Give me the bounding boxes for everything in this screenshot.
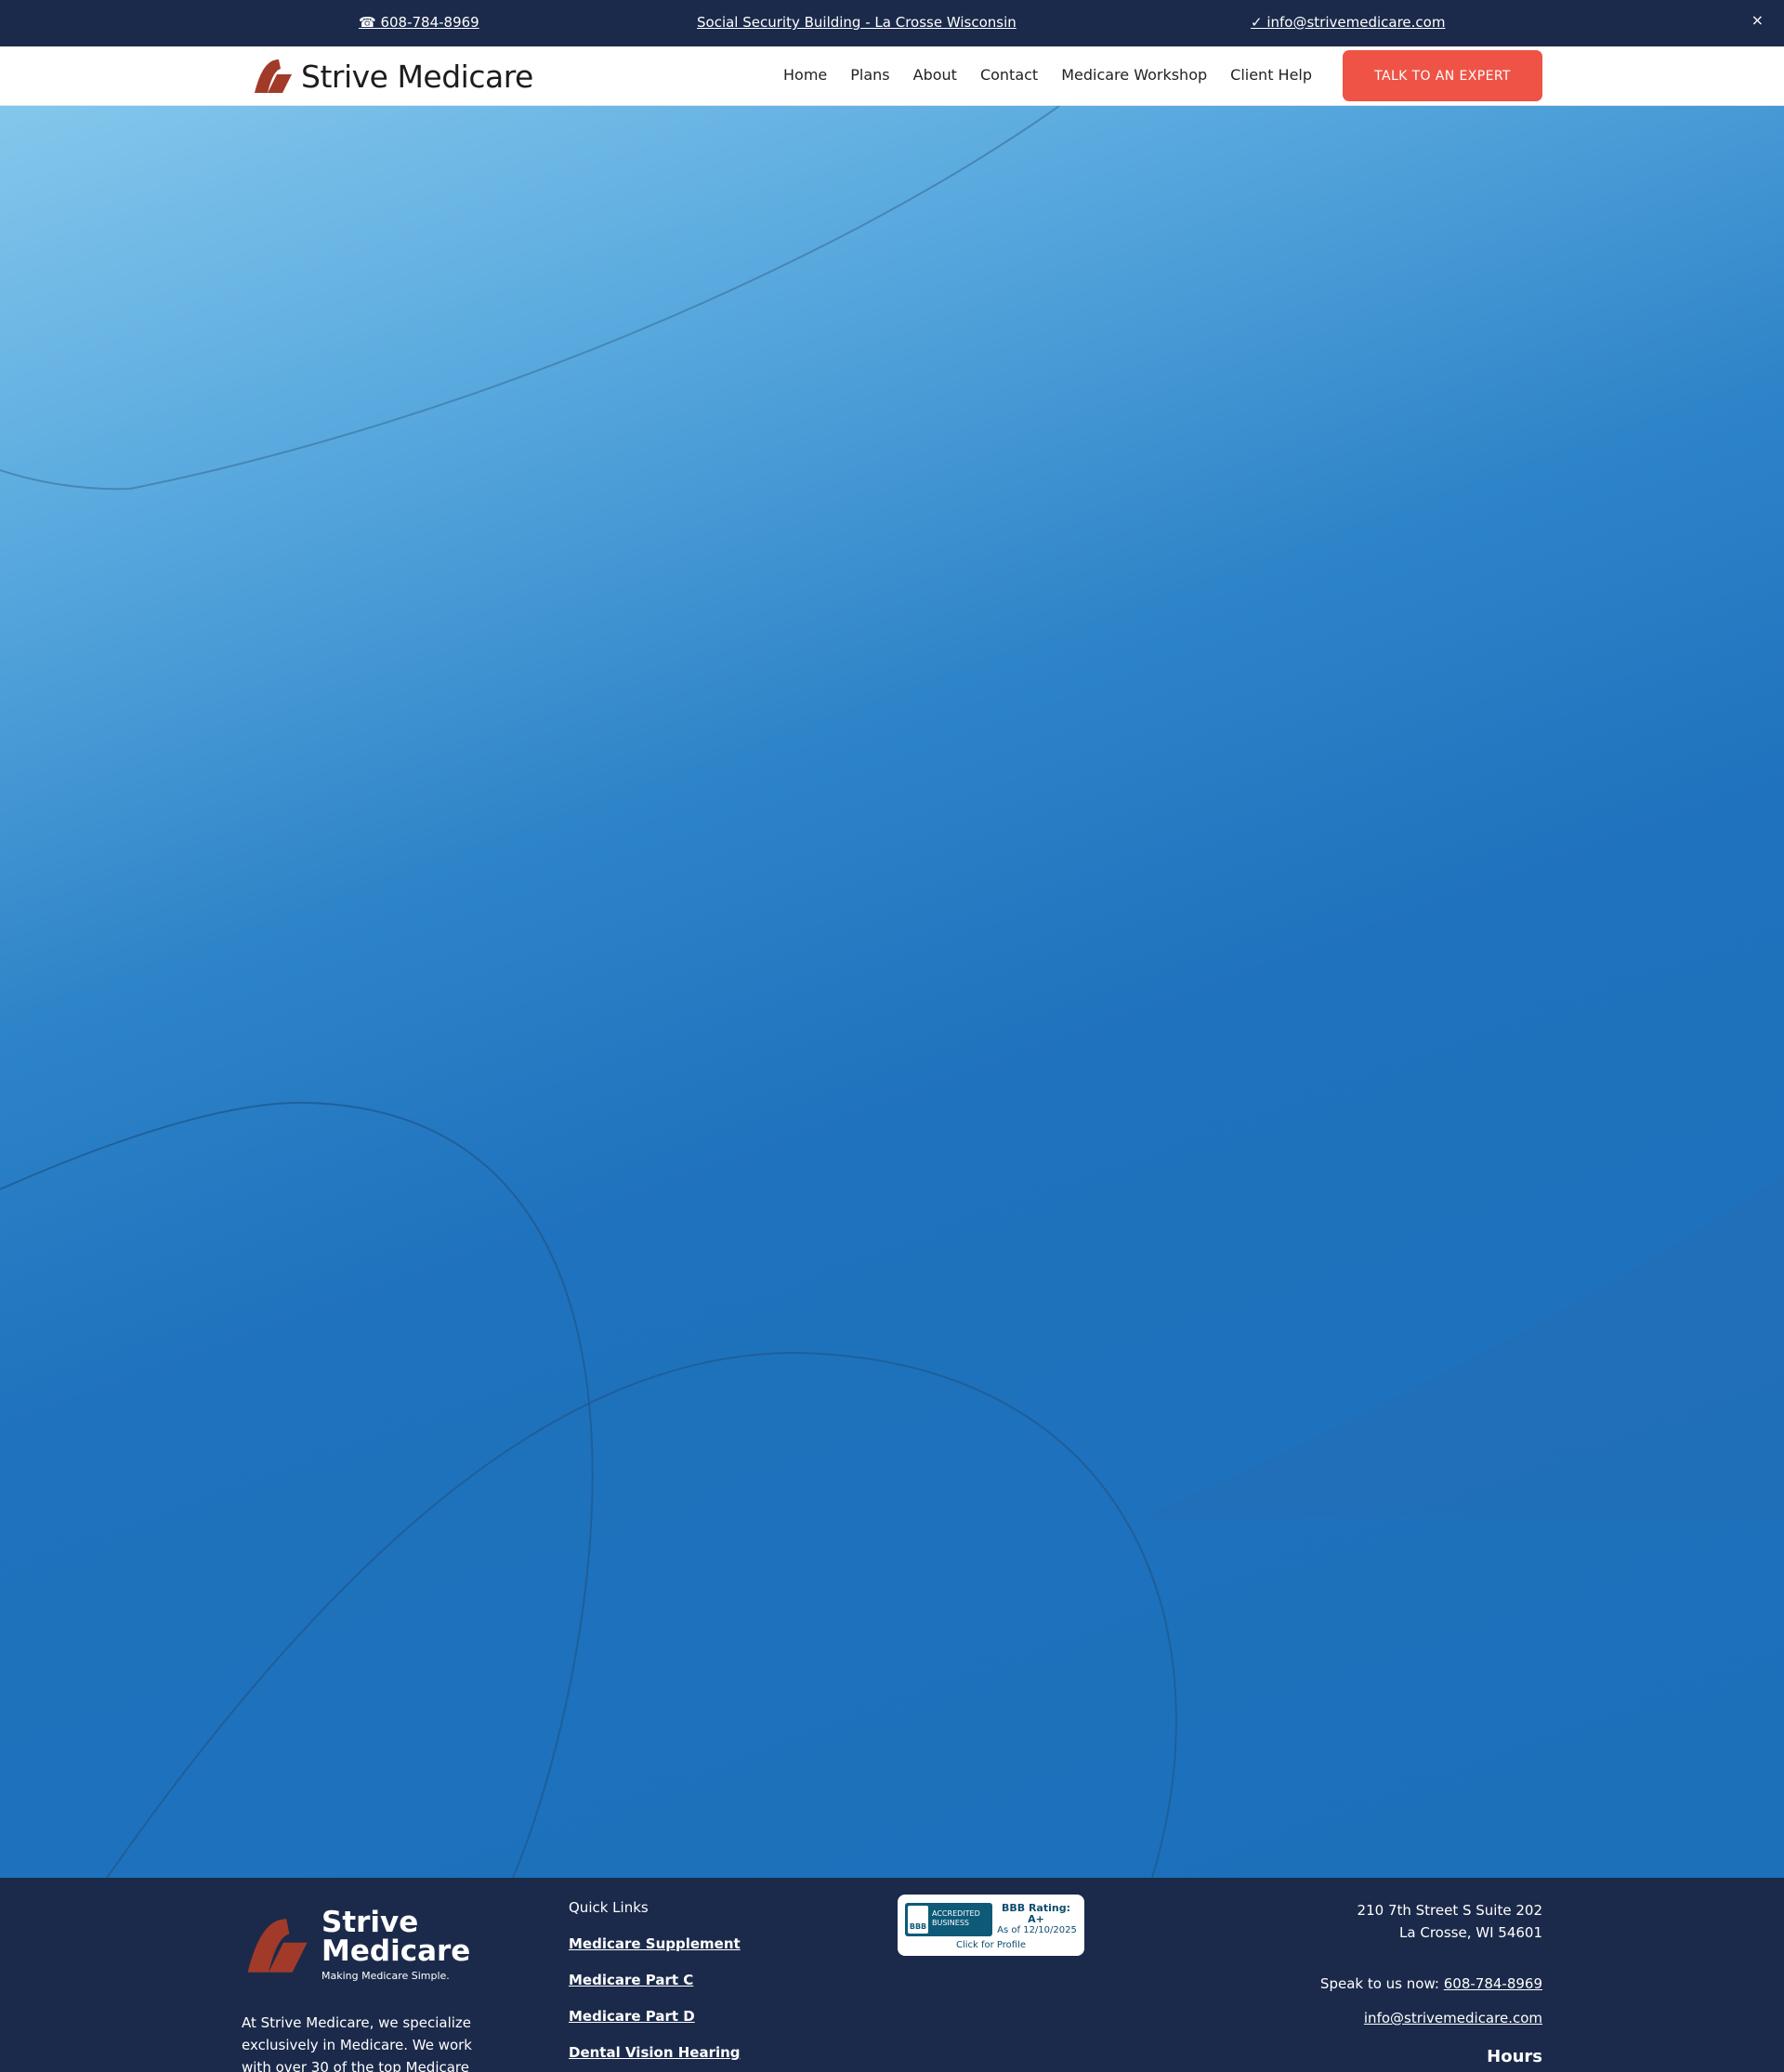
site-header: Strive Medicare Home Plans About Contact… — [0, 46, 1784, 106]
hero-decorative-curves — [0, 106, 1784, 1878]
footer-contact: 210 7th Street S Suite 202 La Crosse, WI… — [1320, 1899, 1542, 2066]
bbb-torch-icon: BBB — [908, 1906, 928, 1934]
nav-client-help[interactable]: Client Help — [1230, 66, 1312, 84]
topbar-address-link[interactable]: Social Security Building - La Crosse Wis… — [697, 14, 1017, 31]
footer-about-text: At Strive Medicare, we specialize exclus… — [242, 2014, 472, 2072]
hero-section — [0, 106, 1784, 1878]
quick-links: Quick Links Medicare Supplement Medicare… — [569, 1899, 741, 2072]
link-dental-vision-hearing[interactable]: Dental Vision Hearing — [569, 2044, 741, 2061]
nav-medicare-workshop[interactable]: Medicare Workshop — [1061, 66, 1207, 84]
bbb-rating: BBB Rating: A+ — [1001, 1902, 1070, 1925]
speak-to-us: Speak to us now: 608-784-8969 — [1320, 1975, 1542, 1992]
nav-contact[interactable]: Contact — [980, 66, 1038, 84]
footer-phone-link[interactable]: 608-784-8969 — [1444, 1975, 1542, 1992]
footer-logo[interactable]: Strive Medicare Making Medicare Simple. — [242, 1908, 470, 1982]
bbb-as-of: As of 12/10/2025 — [997, 1925, 1077, 1935]
footer-brand-name: Strive Medicare — [321, 1906, 471, 1968]
strive-logo-icon — [255, 59, 292, 93]
site-footer: Strive Medicare Making Medicare Simple. … — [0, 1878, 1784, 2072]
footer-tagline: Making Medicare Simple. — [321, 1970, 450, 1982]
brand-name: Strive Medicare — [301, 58, 533, 95]
bbb-seal: BBB ACCREDITED BUSINESS — [905, 1903, 992, 1936]
bbb-click-for-profile: Click for Profile — [955, 1940, 1027, 1950]
close-icon[interactable]: × — [1751, 11, 1764, 29]
topbar-phone-link[interactable]: ☎ 608-784-8969 — [359, 14, 479, 31]
talk-to-expert-button[interactable]: TALK TO AN EXPERT — [1343, 50, 1542, 101]
bbb-badge[interactable]: BBB ACCREDITED BUSINESS BBB Rating: A+ A… — [898, 1895, 1084, 1956]
nav-about[interactable]: About — [913, 66, 957, 84]
footer-email-link[interactable]: info@strivemedicare.com — [1320, 2010, 1542, 2026]
footer-brand: Strive Medicare Making Medicare Simple. — [321, 1906, 471, 1983]
bbb-seal-text: ACCREDITED BUSINESS — [932, 1909, 980, 1927]
nav-plans[interactable]: Plans — [850, 66, 889, 84]
quick-links-title: Quick Links — [569, 1899, 649, 1916]
strive-logo-icon — [247, 1918, 308, 1973]
link-medicare-part-d[interactable]: Medicare Part D — [569, 2008, 741, 2025]
address-line-2: La Crosse, WI 54601 — [1399, 1924, 1542, 1941]
site-logo[interactable]: Strive Medicare — [251, 56, 533, 97]
link-medicare-part-c[interactable]: Medicare Part C — [569, 1972, 741, 1988]
nav-home[interactable]: Home — [783, 66, 827, 84]
announcement-bar: ☎ 608-784-8969 Social Security Building … — [0, 0, 1784, 46]
main-nav: Home Plans About Contact Medicare Worksh… — [783, 66, 1312, 84]
hours-title: Hours — [1487, 2047, 1542, 2066]
address-line-1: 210 7th Street S Suite 202 — [1357, 1902, 1542, 1919]
topbar-email-link[interactable]: ✓ info@strivemedicare.com — [1251, 14, 1445, 31]
speak-label: Speak to us now: — [1319, 1975, 1439, 1992]
link-medicare-supplement[interactable]: Medicare Supplement — [569, 1935, 741, 1952]
